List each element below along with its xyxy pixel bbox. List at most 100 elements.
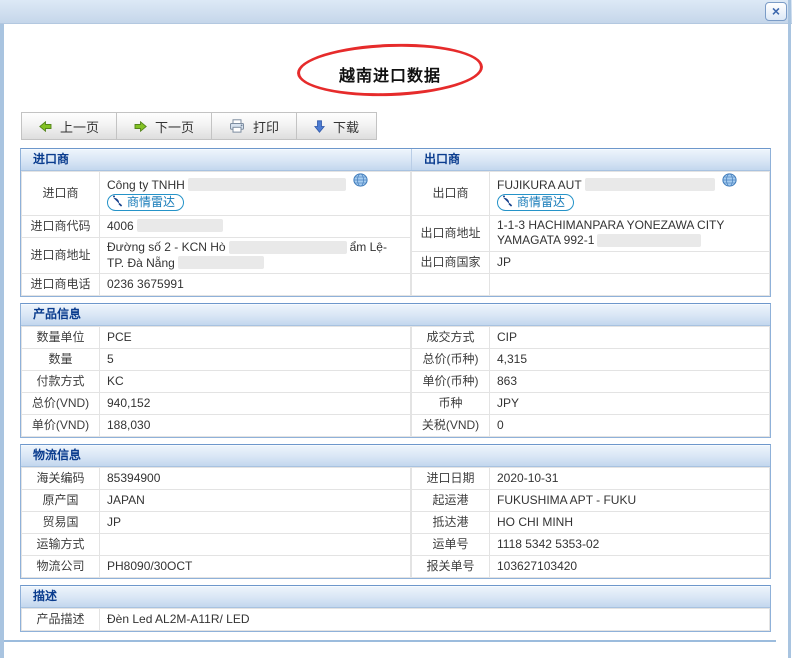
exporter-table: 出口商 FUJIKURA AUT	[411, 171, 770, 296]
field-value: JP	[490, 252, 770, 274]
field-label: 数量	[22, 349, 100, 371]
field-label: 起运港	[412, 490, 490, 512]
globe-icon[interactable]	[353, 173, 368, 191]
field-value: 103627103420	[490, 556, 770, 578]
table-row: 总价(币种)4,315	[412, 349, 770, 371]
logistics-table-left: 海关编码85394900 原产国JAPAN 贸易国JP 运输方式 物流公司PH8…	[21, 467, 411, 578]
download-arrow-icon	[314, 120, 325, 133]
business-radar-badge[interactable]: 商情雷达	[497, 194, 574, 211]
field-value: Đường số 2 - KCN Hòẩm Lệ- TP. Đà Nẵng	[100, 238, 411, 274]
table-row: 关税(VND)0	[412, 415, 770, 437]
field-value: 0	[490, 415, 770, 437]
field-label: 物流公司	[22, 556, 100, 578]
next-page-label: 下一页	[155, 117, 194, 136]
table-row: 出口商 FUJIKURA AUT	[412, 172, 770, 216]
table-row: 运单号1118 5342 5353-02	[412, 534, 770, 556]
field-label: 币种	[412, 393, 490, 415]
table-row: 海关编码85394900	[22, 468, 411, 490]
table-row: 运输方式	[22, 534, 411, 556]
field-value: PCE	[100, 327, 411, 349]
field-label: 出口商国家	[412, 252, 490, 274]
business-radar-badge[interactable]: 商情雷达	[107, 194, 184, 211]
product-table-right: 成交方式CIP 总价(币种)4,315 单价(币种)863 币种JPY 关税(V…	[411, 326, 770, 437]
field-label: 出口商	[412, 172, 490, 216]
page-title: 越南进口数据	[4, 62, 776, 86]
table-row	[412, 274, 770, 296]
table-row: 起运港FUKUSHIMA APT - FUKU	[412, 490, 770, 512]
field-label: 单价(VND)	[22, 415, 100, 437]
field-label: 出口商地址	[412, 216, 490, 252]
parties-header: 进口商 出口商	[21, 149, 770, 171]
dialog-body: 越南进口数据 上一页 下一页	[0, 24, 792, 658]
importer-table: 进口商 Công ty TNHH	[21, 171, 411, 296]
field-value: 1118 5342 5353-02	[490, 534, 770, 556]
dialog-titlebar: ×	[0, 0, 792, 24]
field-value: KC	[100, 371, 411, 393]
field-label: 抵达港	[412, 512, 490, 534]
logistics-table-right: 进口日期2020-10-31 起运港FUKUSHIMA APT - FUKU 抵…	[411, 467, 770, 578]
field-label	[412, 274, 490, 296]
radar-icon	[502, 195, 514, 211]
logistics-header: 物流信息	[21, 445, 770, 467]
table-row: 进口商 Công ty TNHH	[22, 172, 411, 216]
field-value: 4,315	[490, 349, 770, 371]
title-zone: 越南进口数据	[4, 24, 776, 110]
field-value: 0236 3675991	[100, 274, 411, 296]
toolbar: 上一页 下一页 打印	[21, 112, 377, 140]
section-description: 描述 产品描述 Đèn Led AL2M-A11R/ LED	[20, 585, 771, 632]
table-row: 抵达港HO CHI MINH	[412, 512, 770, 534]
table-row: 进口商地址 Đường số 2 - KCN Hòẩm Lệ- TP. Đà N…	[22, 238, 411, 274]
table-row: 单价(VND)188,030	[22, 415, 411, 437]
field-value: 4006	[100, 216, 411, 238]
prev-page-button[interactable]: 上一页	[22, 113, 117, 139]
download-label: 下载	[333, 117, 359, 136]
field-label: 进口商地址	[22, 238, 100, 274]
redacted-text	[178, 256, 264, 269]
redacted-text	[137, 219, 223, 232]
field-label: 关税(VND)	[412, 415, 490, 437]
field-label: 产品描述	[22, 609, 100, 631]
product-table-left: 数量单位PCE 数量5 付款方式KC 总价(VND)940,152 单价(VND…	[21, 326, 411, 437]
field-label: 进口商	[22, 172, 100, 216]
table-row: 数量5	[22, 349, 411, 371]
exporter-name: FUJIKURA AUT	[497, 178, 582, 193]
field-value: 188,030	[100, 415, 411, 437]
dialog-right-border	[788, 0, 791, 658]
download-button[interactable]: 下载	[297, 113, 376, 139]
section-product: 产品信息 数量单位PCE 数量5 付款方式KC 总价(VND)940,152 单…	[20, 303, 771, 438]
table-row: 出口商国家 JP	[412, 252, 770, 274]
printer-icon	[229, 119, 245, 133]
table-row: 出口商地址 1-1-3 HACHIMANPARA YONEZAWA CITY Y…	[412, 216, 770, 252]
field-label: 总价(币种)	[412, 349, 490, 371]
badge-label: 商情雷达	[517, 195, 565, 210]
close-button[interactable]: ×	[765, 2, 787, 21]
next-page-button[interactable]: 下一页	[117, 113, 212, 139]
redacted-text	[229, 241, 347, 254]
field-value: 1-1-3 HACHIMANPARA YONEZAWA CITY YAMAGAT…	[490, 216, 770, 252]
field-value: JP	[100, 512, 411, 534]
field-value: JPY	[490, 393, 770, 415]
description-table: 产品描述 Đèn Led AL2M-A11R/ LED	[21, 608, 770, 631]
table-row: 付款方式KC	[22, 371, 411, 393]
field-label: 原产国	[22, 490, 100, 512]
field-label: 报关单号	[412, 556, 490, 578]
field-label: 运输方式	[22, 534, 100, 556]
left-arrow-icon	[39, 121, 52, 132]
prev-page-label: 上一页	[60, 117, 99, 136]
field-label: 贸易国	[22, 512, 100, 534]
table-row: 原产国JAPAN	[22, 490, 411, 512]
field-value: 5	[100, 349, 411, 371]
description-header: 描述	[21, 586, 770, 608]
field-value: PH8090/30OCT	[100, 556, 411, 578]
field-label: 运单号	[412, 534, 490, 556]
print-button[interactable]: 打印	[212, 113, 297, 139]
importer-name: Công ty TNHH	[107, 178, 185, 193]
table-row: 物流公司PH8090/30OCT	[22, 556, 411, 578]
table-row: 单价(币种)863	[412, 371, 770, 393]
field-label: 付款方式	[22, 371, 100, 393]
field-value: 940,152	[100, 393, 411, 415]
field-label: 进口商代码	[22, 216, 100, 238]
table-row: 进口日期2020-10-31	[412, 468, 770, 490]
globe-icon[interactable]	[722, 173, 737, 191]
field-label: 进口日期	[412, 468, 490, 490]
